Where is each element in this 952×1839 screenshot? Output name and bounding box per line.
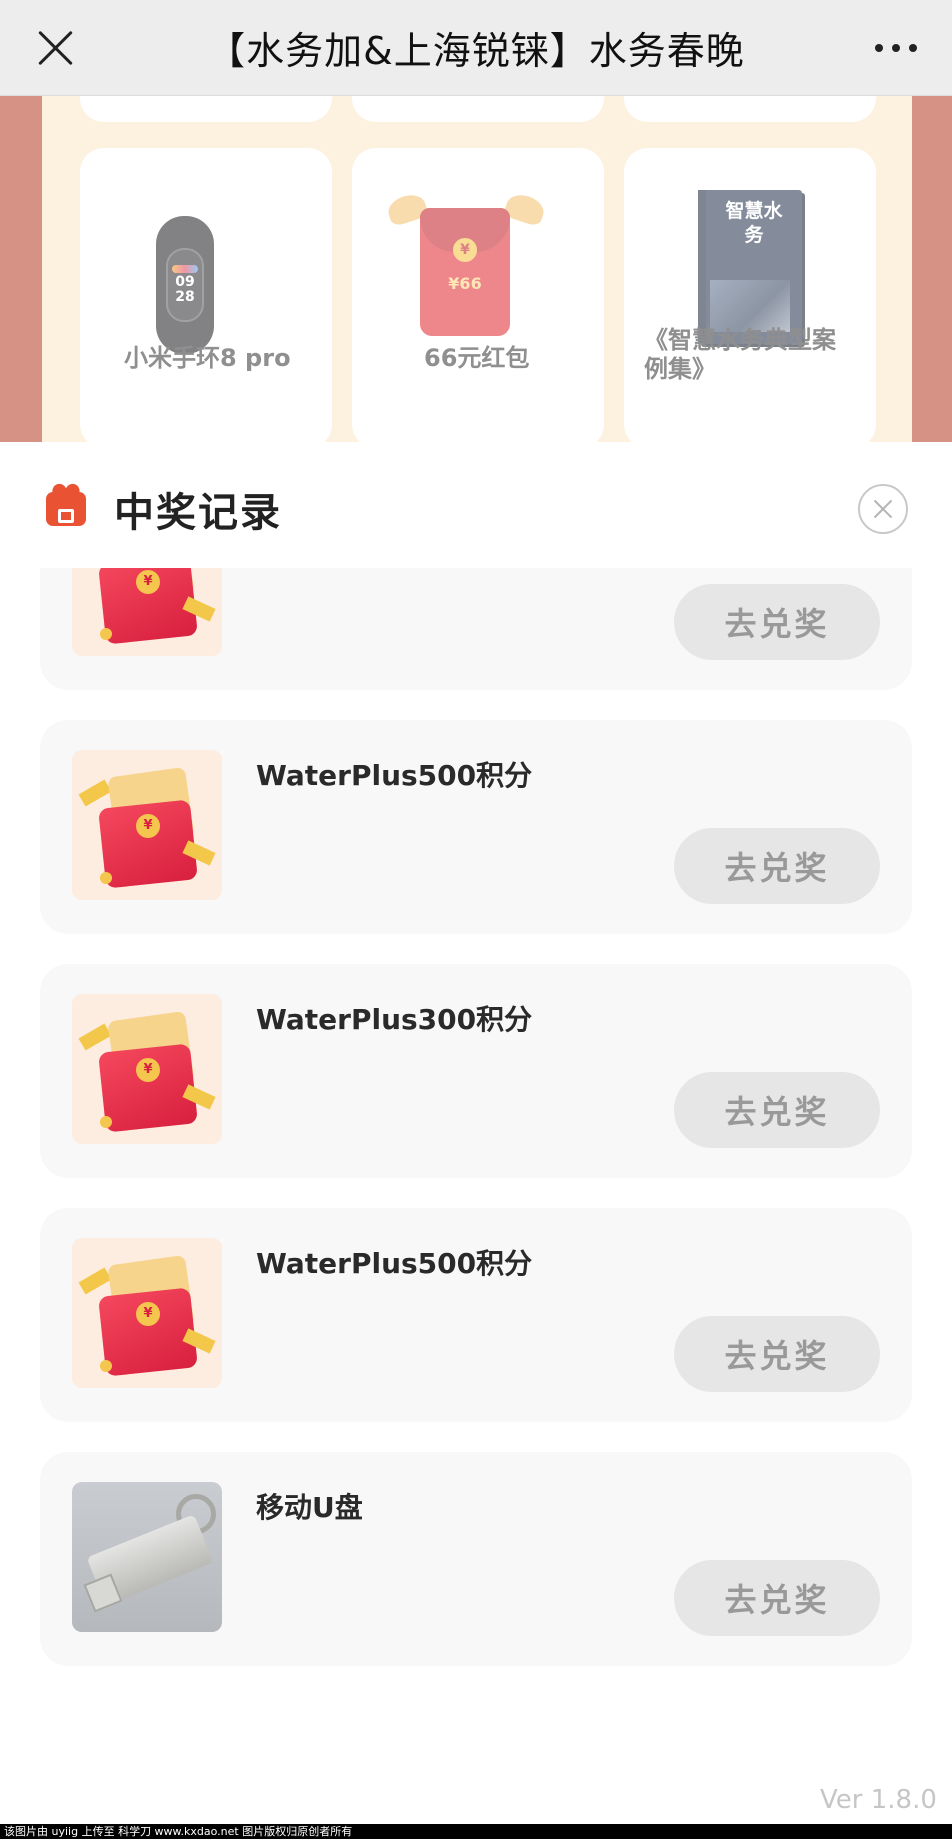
version-label: Ver 1.8.0 bbox=[820, 1785, 937, 1815]
records-list[interactable]: ¥ 去兑奖 ¥ WaterPlus500积分 去兑奖 ¥ WaterPlus30… bbox=[0, 568, 952, 1768]
usb-drive-image bbox=[72, 1482, 222, 1632]
gift-icon bbox=[46, 481, 86, 526]
record-name: WaterPlus500积分 bbox=[256, 759, 533, 792]
redeem-button[interactable]: 去兑奖 bbox=[674, 828, 880, 904]
red-packet-image: ¥ bbox=[72, 1238, 222, 1388]
overlay-dim bbox=[0, 96, 952, 442]
redeem-button[interactable]: 去兑奖 bbox=[674, 1560, 880, 1636]
red-packet-image: ¥ bbox=[72, 994, 222, 1144]
record-item: ¥ 去兑奖 bbox=[40, 568, 912, 690]
record-item: ¥ WaterPlus300积分 去兑奖 bbox=[40, 964, 912, 1178]
redeem-button[interactable]: 去兑奖 bbox=[674, 1072, 880, 1148]
record-name: 移动U盘 bbox=[256, 1491, 363, 1524]
record-name: WaterPlus300积分 bbox=[256, 1003, 533, 1036]
record-item: ¥ WaterPlus500积分 去兑奖 bbox=[40, 720, 912, 934]
close-icon[interactable] bbox=[26, 18, 86, 78]
red-packet-image: ¥ bbox=[72, 750, 222, 900]
record-item: 移动U盘 去兑奖 bbox=[40, 1452, 912, 1666]
redeem-button[interactable]: 去兑奖 bbox=[674, 1316, 880, 1392]
top-nav-bar: 【水务加&上海锐铼】水务春晚 bbox=[0, 0, 952, 96]
watermark-text: 该图片由 uyiig 上传至 科学刀 www.kxdao.net 图片版权归原创… bbox=[0, 1824, 952, 1839]
record-item: ¥ WaterPlus500积分 去兑奖 bbox=[40, 1208, 912, 1422]
sheet-title: 中奖记录 bbox=[114, 490, 282, 536]
page-title: 【水务加&上海锐铼】水务春晚 bbox=[207, 29, 745, 73]
win-records-sheet: 中奖记录 ¥ 去兑奖 ¥ WaterPlus500积分 去兑奖 ¥ WaterP… bbox=[0, 442, 952, 1839]
sheet-header: 中奖记录 bbox=[0, 442, 952, 568]
background-prize-page: 09 28 小米手环8 pro ¥ ¥66 66元红包 智慧水务 《智慧水务典型案… bbox=[0, 96, 952, 442]
redeem-button[interactable]: 去兑奖 bbox=[674, 584, 880, 660]
red-packet-image: ¥ bbox=[72, 568, 222, 656]
more-dots-icon[interactable] bbox=[866, 24, 926, 72]
record-name: WaterPlus500积分 bbox=[256, 1247, 533, 1280]
close-circle-icon[interactable] bbox=[858, 484, 908, 534]
